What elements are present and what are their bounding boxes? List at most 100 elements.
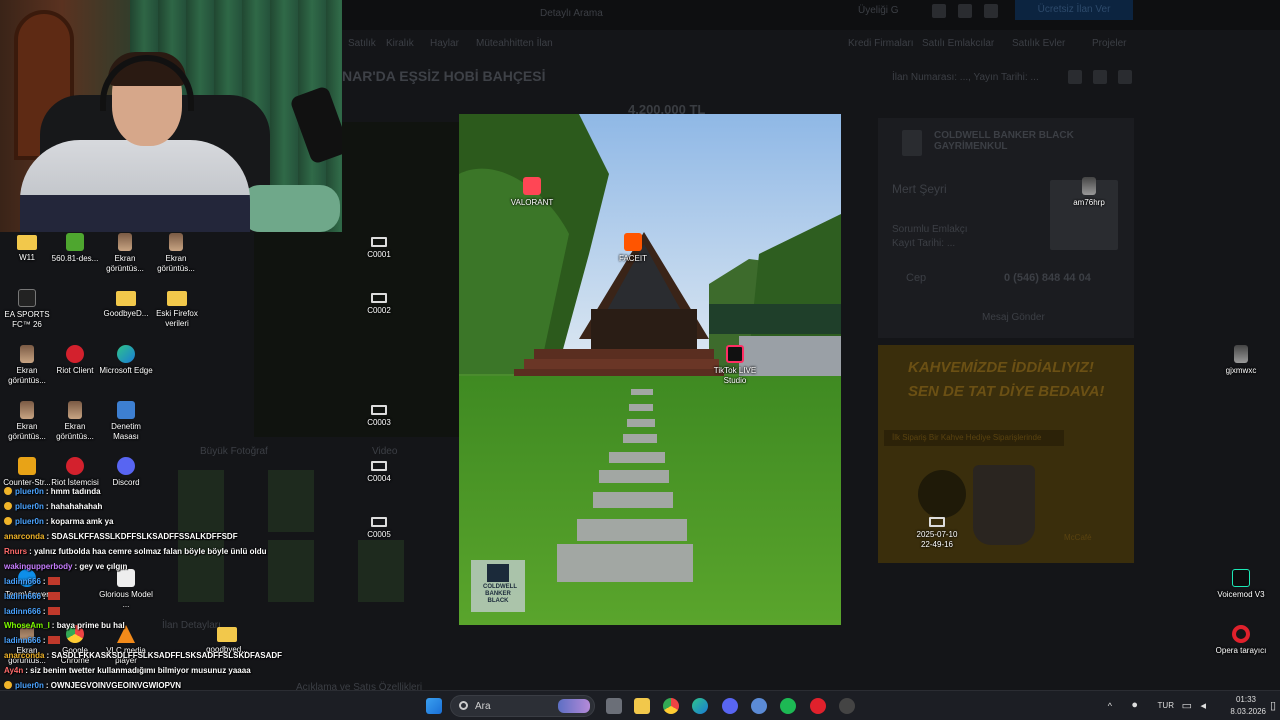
- desktop-icon-goodbyedpi-folder[interactable]: GoodbyeD...: [99, 289, 153, 319]
- facebook-icon[interactable]: [1068, 70, 1082, 84]
- agency-name[interactable]: COLDWELL BANKER BLACK GAYRİMENKUL: [934, 130, 1104, 152]
- settings-icon[interactable]: [751, 698, 767, 714]
- desktop-icon-ekran-goruntusu-4[interactable]: Ekran görüntüs...: [0, 401, 54, 442]
- chat-message: ladinn666:: [4, 636, 60, 646]
- desktop-icon-nvidia-driver[interactable]: 560.81-des...: [48, 233, 102, 264]
- agent-name[interactable]: Mert Şeyri: [892, 182, 947, 196]
- chat-username[interactable]: Rnurs: [4, 547, 27, 556]
- desktop-icon-valorant[interactable]: VALORANT: [505, 177, 559, 208]
- opera-icon[interactable]: [810, 698, 826, 714]
- desktop-icon-riot-client[interactable]: Riot Client: [48, 345, 102, 376]
- desktop-icon-eski-firefox-folder[interactable]: Eski Firefox verileri: [150, 289, 204, 329]
- photo-tab[interactable]: Büyük Fotoğraf: [200, 446, 268, 457]
- desktop-icon-tiktok-live-studio[interactable]: TikTok LIVE Studio: [708, 345, 762, 386]
- chat-badge-icon: [4, 487, 12, 495]
- obs-icon[interactable]: [839, 698, 855, 714]
- video-tab[interactable]: Video: [372, 446, 397, 457]
- notification-icon[interactable]: ▯: [1270, 699, 1276, 712]
- edge-icon[interactable]: [692, 698, 708, 714]
- desktop-icon-label: C0004: [367, 474, 391, 483]
- detailed-search-link[interactable]: Detaylı Arama: [540, 8, 603, 19]
- clock-time[interactable]: 01:33: [1236, 695, 1256, 704]
- chat-username[interactable]: pluer0n: [15, 502, 44, 511]
- windows-start-icon[interactable]: [426, 698, 442, 714]
- send-message-button[interactable]: Mesaj Gönder: [982, 312, 1045, 323]
- desktop-icon-label: Ekran görüntüs...: [106, 254, 144, 273]
- nav-emlakcilar[interactable]: Satılı Emlakcılar: [922, 38, 994, 49]
- taskbar-search[interactable]: Ara: [450, 695, 595, 717]
- desktop-icon-screenshot-2025-07-10[interactable]: 2025-07-10 22-49-16: [910, 513, 964, 550]
- bell-icon[interactable]: [932, 4, 946, 18]
- desktop-icon-c0001[interactable]: C0001: [352, 233, 406, 260]
- nvidia-icon: [66, 233, 84, 251]
- mail-icon[interactable]: [1118, 70, 1132, 84]
- free-listing-button[interactable]: Ücretsiz İlan Ver: [1015, 0, 1133, 20]
- chat-username[interactable]: pluer0n: [15, 487, 44, 496]
- network-icon[interactable]: ▭: [1182, 699, 1192, 712]
- chat-username[interactable]: Ay4n: [4, 666, 23, 675]
- desktop-icon-c0004[interactable]: C0004: [352, 457, 406, 484]
- desktop-icon-label: Eski Firefox verileri: [156, 309, 198, 328]
- chat-username[interactable]: pluer0n: [15, 517, 44, 526]
- gallery-thumb[interactable]: [358, 540, 404, 602]
- chat-username[interactable]: ladinn666: [4, 607, 41, 616]
- desktop-icon-ekran-goruntusu-5[interactable]: Ekran görüntüs...: [48, 401, 102, 442]
- chat-username[interactable]: anarconda: [4, 651, 44, 660]
- desktop-icon-ea-sports-fc26[interactable]: EA SPORTS FC™ 26: [0, 289, 54, 330]
- chrome-icon[interactable]: [663, 698, 679, 714]
- clock-date[interactable]: 8.03.2026: [1230, 707, 1266, 716]
- chat-username[interactable]: wakingupperbody: [4, 562, 72, 571]
- nav-satilik[interactable]: Satılık: [348, 38, 376, 49]
- folder-icon: [116, 291, 136, 306]
- desktop-icon-c0002[interactable]: C0002: [352, 289, 406, 316]
- desktop-icon-ekran-goruntusu-1[interactable]: Ekran görüntüs...: [98, 233, 152, 274]
- desktop-icon-opera[interactable]: Opera tarayıcı: [1214, 625, 1268, 656]
- chat-emote-icon: [47, 592, 60, 600]
- tile-icon: [371, 461, 387, 471]
- desktop-icon-label: C0002: [367, 306, 391, 315]
- file-explorer-icon[interactable]: [634, 698, 650, 714]
- desktop-icon-ekran-goruntusu-2[interactable]: Ekran görüntüs...: [149, 233, 203, 274]
- star-icon[interactable]: [984, 4, 998, 18]
- desktop-icon-denetim-masasi[interactable]: Denetim Masası: [99, 401, 153, 442]
- search-highlight-icon: [558, 699, 590, 713]
- login-link[interactable]: Üyeliği G: [858, 5, 899, 16]
- nav-kredi[interactable]: Kredi Firmaları: [848, 38, 914, 49]
- chat-username[interactable]: WhoseAm_I: [4, 621, 50, 630]
- desktop-icon-gjxmwxc[interactable]: gjxmwxc: [1214, 345, 1268, 376]
- desktop-icon-faceit[interactable]: FACEIT: [606, 233, 660, 264]
- nav-projeler[interactable]: Projeler: [1092, 38, 1126, 49]
- chat-username[interactable]: ladinn666: [4, 636, 41, 645]
- desktop-icon-am76hrp[interactable]: am76hrp: [1062, 177, 1116, 208]
- language-indicator[interactable]: TUR: [1158, 701, 1174, 710]
- chat-emote-icon: [47, 607, 60, 615]
- desktop-icon-c0005[interactable]: C0005: [352, 513, 406, 540]
- watermark-line: COLDWELL: [483, 584, 517, 590]
- watermark-line: BANKER: [485, 591, 511, 597]
- volume-icon[interactable]: ◂: [1200, 699, 1206, 712]
- task-view-icon[interactable]: [606, 698, 622, 714]
- microphone-tray-icon[interactable]: ●: [1131, 699, 1138, 711]
- nav-haylar[interactable]: Haylar: [430, 38, 459, 49]
- nav-satilik-evler[interactable]: Satılık Evler: [1012, 38, 1065, 49]
- chat-emote-icon: [47, 636, 60, 644]
- chat-username[interactable]: ladinn666: [4, 577, 41, 586]
- phone-label: Cep: [906, 272, 927, 284]
- desktop-icon-microsoft-edge[interactable]: Microsoft Edge: [99, 345, 153, 376]
- spotify-icon[interactable]: [780, 698, 796, 714]
- desktop-icon-c0003[interactable]: C0003: [352, 401, 406, 428]
- chevron-up-icon[interactable]: ^: [1108, 701, 1112, 711]
- nav-kiralik[interactable]: Kiralık: [386, 38, 414, 49]
- chat-text: OWNJEGVOINVGEOINVGWIOPVN: [50, 681, 182, 690]
- x-icon[interactable]: [1093, 70, 1107, 84]
- chat-username[interactable]: anarconda: [4, 532, 44, 541]
- desktop-icon-voicemod-v3[interactable]: Voicemod V3: [1214, 569, 1268, 600]
- chat-username[interactable]: ladinn666: [4, 592, 41, 601]
- desktop-icon-ekran-goruntusu-3[interactable]: Ekran görüntüs...: [0, 345, 54, 386]
- chat-username[interactable]: pluer0n: [15, 681, 44, 690]
- phone-number[interactable]: 0 (546) 848 44 04: [1004, 272, 1091, 284]
- discord-icon[interactable]: [722, 698, 738, 714]
- nav-muteahhit[interactable]: Müteahhitten İlan: [476, 38, 553, 49]
- desktop-icon-w11-folder[interactable]: W11: [0, 233, 54, 263]
- message-icon[interactable]: [958, 4, 972, 18]
